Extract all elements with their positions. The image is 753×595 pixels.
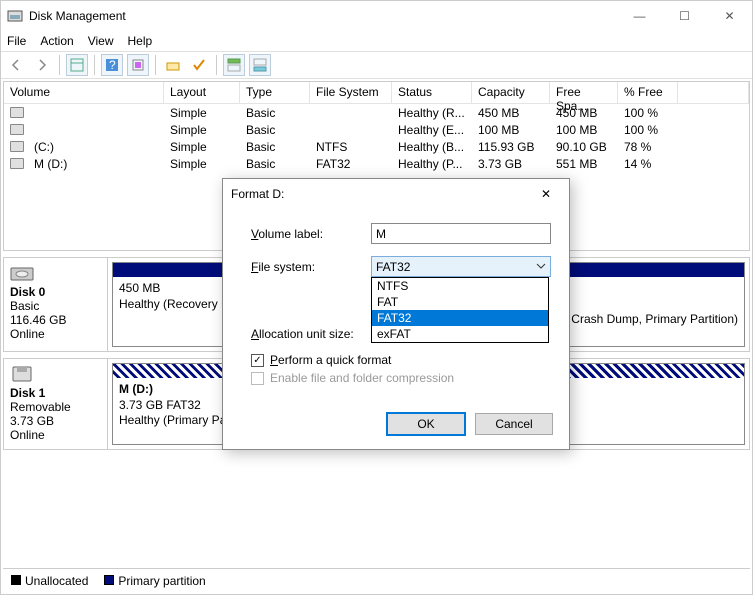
col-spacer bbox=[678, 82, 749, 104]
disk0-size: 116.46 GB bbox=[10, 313, 101, 327]
file-system-dropdown[interactable]: NTFS FAT FAT32 exFAT bbox=[371, 277, 549, 343]
volume-icon bbox=[10, 158, 24, 169]
part-title: M (D:) bbox=[119, 382, 153, 396]
help-icon[interactable]: ? bbox=[101, 54, 123, 76]
view-icon[interactable] bbox=[66, 54, 88, 76]
col-volume[interactable]: Volume bbox=[4, 82, 164, 104]
disk-icon bbox=[10, 264, 34, 282]
fs-option-fat[interactable]: FAT bbox=[372, 294, 548, 310]
compression-checkbox: Enable file and folder compression bbox=[251, 371, 551, 385]
menu-file[interactable]: File bbox=[7, 34, 26, 48]
col-type[interactable]: Type bbox=[240, 82, 310, 104]
column-headers: Volume Layout Type File System Status Ca… bbox=[4, 82, 749, 104]
disk1-type: Removable bbox=[10, 400, 101, 414]
menubar: File Action View Help bbox=[1, 31, 752, 51]
chevron-down-icon bbox=[536, 260, 546, 274]
back-icon[interactable] bbox=[5, 54, 27, 76]
file-system-value: FAT32 bbox=[376, 260, 410, 274]
legend: Unallocated Primary partition bbox=[3, 568, 750, 592]
volume-row[interactable]: M (D:)SimpleBasicFAT32Healthy (P...3.73 … bbox=[4, 155, 749, 172]
list-top-icon[interactable] bbox=[223, 54, 245, 76]
col-layout[interactable]: Layout bbox=[164, 82, 240, 104]
legend-unalloc-icon bbox=[11, 575, 21, 585]
minimize-button[interactable]: — bbox=[617, 1, 662, 30]
dialog-close-button[interactable]: ✕ bbox=[531, 180, 561, 208]
disk0-state: Online bbox=[10, 327, 101, 341]
refresh-icon[interactable] bbox=[127, 54, 149, 76]
forward-icon[interactable] bbox=[31, 54, 53, 76]
file-system-label: File system: bbox=[251, 260, 371, 274]
removable-icon bbox=[10, 365, 34, 383]
format-dialog: Format D: ✕ Volume label: File system: F… bbox=[222, 178, 570, 450]
volume-icon bbox=[10, 124, 24, 135]
menu-action[interactable]: Action bbox=[40, 34, 73, 48]
maximize-button[interactable]: ☐ bbox=[662, 1, 707, 30]
col-pct[interactable]: % Free bbox=[618, 82, 678, 104]
disk0-name: Disk 0 bbox=[10, 285, 101, 299]
wizard-icon[interactable] bbox=[162, 54, 184, 76]
fs-option-exfat[interactable]: exFAT bbox=[372, 326, 548, 342]
disk1-name: Disk 1 bbox=[10, 386, 101, 400]
volume-row[interactable]: SimpleBasicHealthy (R...450 MB450 MB100 … bbox=[4, 104, 749, 121]
ok-button[interactable]: OK bbox=[387, 413, 465, 435]
list-bottom-icon[interactable] bbox=[249, 54, 271, 76]
quick-format-checkbox[interactable]: ✓ Perform a quick format bbox=[251, 353, 551, 367]
disk1-info[interactable]: Disk 1 Removable 3.73 GB Online bbox=[4, 359, 108, 449]
legend-primary-label: Primary partition bbox=[118, 574, 205, 588]
col-capacity[interactable]: Capacity bbox=[472, 82, 550, 104]
disk1-size: 3.73 GB bbox=[10, 414, 101, 428]
disk1-state: Online bbox=[10, 428, 101, 442]
aus-label: Allocation unit size: bbox=[251, 327, 371, 341]
volume-icon bbox=[10, 107, 24, 118]
titlebar: Disk Management — ☐ ✕ bbox=[1, 1, 752, 31]
svg-text:?: ? bbox=[109, 58, 116, 72]
col-filesys[interactable]: File System bbox=[310, 82, 392, 104]
part-desc: e, Crash Dump, Primary Partition) bbox=[558, 312, 738, 326]
dialog-title: Format D: bbox=[231, 187, 531, 201]
fs-option-ntfs[interactable]: NTFS bbox=[372, 278, 548, 294]
checkbox-unchecked-icon bbox=[251, 372, 264, 385]
menu-view[interactable]: View bbox=[88, 34, 114, 48]
quick-format-label: Perform a quick format bbox=[270, 353, 391, 367]
volume-row[interactable]: (C:)SimpleBasicNTFSHealthy (B...115.93 G… bbox=[4, 138, 749, 155]
volume-label-label: Volume label: bbox=[251, 227, 371, 241]
volume-label-input[interactable] bbox=[371, 223, 551, 244]
close-button[interactable]: ✕ bbox=[707, 1, 752, 30]
window-title: Disk Management bbox=[29, 9, 617, 23]
file-system-select[interactable]: FAT32 bbox=[371, 256, 551, 277]
toolbar: ? bbox=[1, 51, 752, 79]
legend-primary-icon bbox=[104, 575, 114, 585]
volume-row[interactable]: SimpleBasicHealthy (E...100 MB100 MB100 … bbox=[4, 121, 749, 138]
menu-help[interactable]: Help bbox=[128, 34, 153, 48]
col-status[interactable]: Status bbox=[392, 82, 472, 104]
disk0-type: Basic bbox=[10, 299, 101, 313]
legend-unalloc-label: Unallocated bbox=[25, 574, 88, 588]
check-icon[interactable] bbox=[188, 54, 210, 76]
disk0-info[interactable]: Disk 0 Basic 116.46 GB Online bbox=[4, 258, 108, 351]
col-free[interactable]: Free Spa... bbox=[550, 82, 618, 104]
fs-option-fat32[interactable]: FAT32 bbox=[372, 310, 548, 326]
compression-label: Enable file and folder compression bbox=[270, 371, 454, 385]
volume-icon bbox=[10, 141, 24, 152]
cancel-button[interactable]: Cancel bbox=[475, 413, 553, 435]
checkbox-checked-icon: ✓ bbox=[251, 354, 264, 367]
disk-management-icon bbox=[7, 8, 23, 24]
